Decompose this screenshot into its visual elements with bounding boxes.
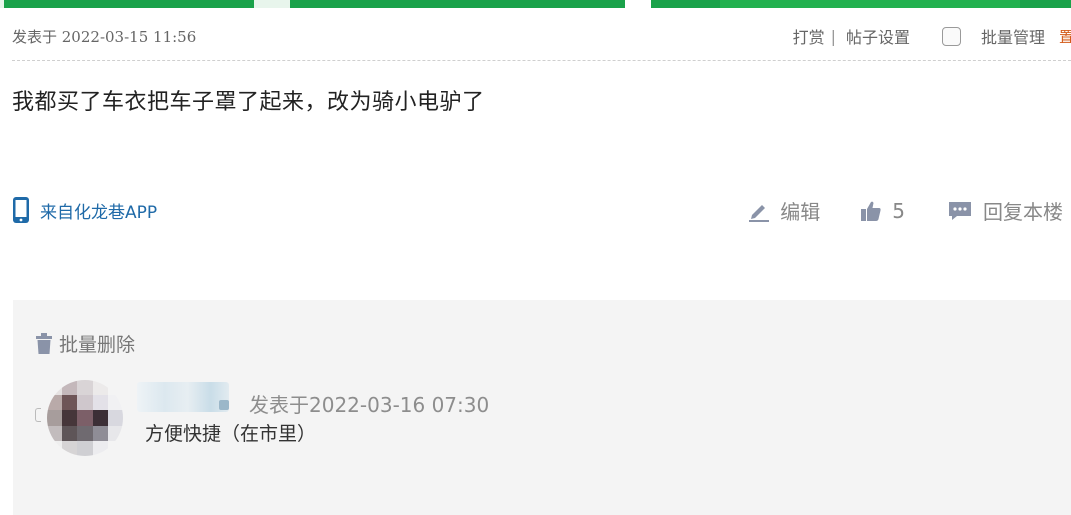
post-settings-link[interactable]: 帖子设置 [846,24,910,48]
like-count: 5 [892,198,905,223]
batch-delete-label: 批量删除 [59,334,136,356]
post-time: 发表于 2022-03-15 11:56 [12,28,197,46]
phone-icon [13,197,29,223]
batch-delete-button[interactable]: 批量删除 [35,330,135,357]
like-button[interactable]: 5 [860,199,905,223]
post-meta-actions: 打赏 | 帖子设置 批量管理 置 [793,24,1071,48]
reply-label: 回复本楼 [983,200,1063,224]
pencil-icon [749,204,770,222]
batch-manage-checkbox[interactable] [941,26,961,46]
source-label: 来自化龙巷APP [40,202,158,223]
trash-icon [36,332,52,354]
reply-text: 方便快捷（在市里） [145,423,317,445]
tip-link[interactable]: 打赏 [793,24,825,48]
pin-link-partial[interactable]: 置 [1059,26,1071,47]
comment-icon [949,201,971,220]
username-blurred[interactable] [137,382,229,412]
divider [12,60,1071,61]
post-content: 我都买了车衣把车子罩了起来，改为骑小电驴了 [12,90,485,115]
post-actions: 编辑 5 回复本楼 [748,196,1063,225]
avatar-frame-edge [35,408,41,422]
post-meta-row: 发表于 2022-03-15 11:56 打赏 | 帖子设置 批量管理 置 [0,22,1071,56]
top-banner [0,0,1071,8]
edit-button[interactable]: 编辑 [748,196,820,225]
reply-button[interactable]: 回复本楼 [947,196,1063,225]
reply-panel: 批量删除 发表于2022-03-16 07:30 方便快捷（在市里） [13,300,1071,515]
thumbs-up-icon [861,201,881,221]
avatar[interactable] [47,380,123,456]
edit-label: 编辑 [780,200,821,224]
reply-time: 发表于2022-03-16 07:30 [249,393,490,417]
batch-manage-label[interactable]: 批量管理 [981,24,1045,48]
separator: | [830,26,836,46]
post-source[interactable]: 来自化龙巷APP [12,196,157,224]
